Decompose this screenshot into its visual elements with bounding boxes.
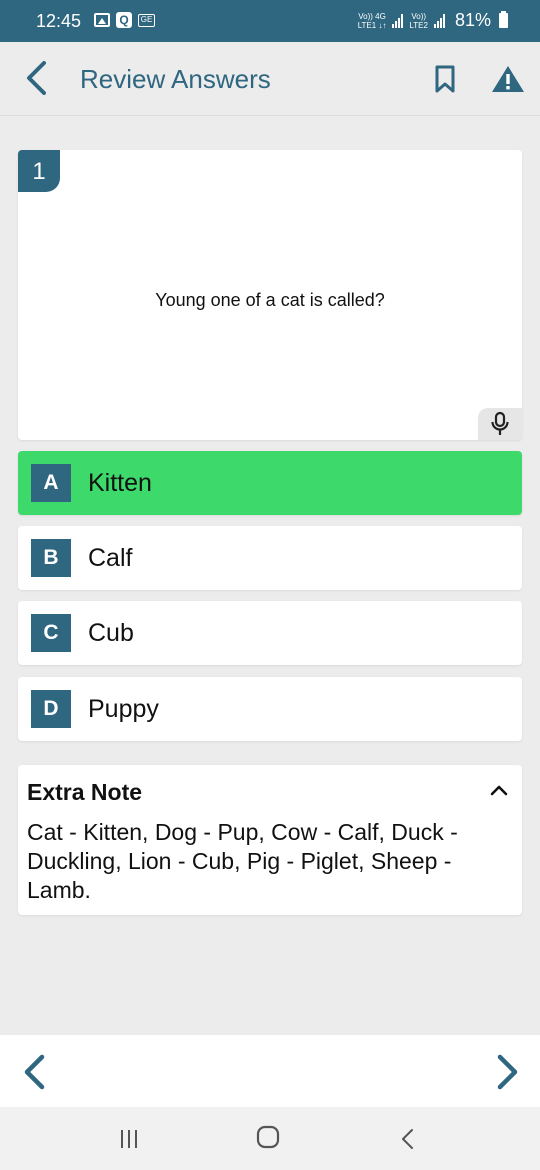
option-d[interactable]: D Puppy xyxy=(18,677,522,741)
option-letter: C xyxy=(31,614,71,652)
question-number: 1 xyxy=(18,150,60,192)
question-card: 1 Young one of a cat is called? xyxy=(18,150,522,440)
previous-question-icon[interactable] xyxy=(20,1053,50,1091)
ge-icon: GE xyxy=(138,13,155,27)
signal-bars-2-icon xyxy=(433,13,445,28)
network-lte2-bottom: LTE2 xyxy=(409,20,428,30)
recent-apps-icon[interactable] xyxy=(118,1129,140,1149)
signal-bars-1-icon xyxy=(392,13,404,28)
extra-note-title: Extra Note xyxy=(27,779,143,805)
option-letter: A xyxy=(31,464,71,502)
question-nav-bar xyxy=(0,1035,540,1107)
q-app-icon: Q xyxy=(116,12,132,28)
bookmark-icon[interactable] xyxy=(432,64,458,94)
gallery-icon xyxy=(94,13,110,27)
network-lte1: Vo)) 4G LTE1 ↓↑ xyxy=(358,12,387,30)
extra-note-text: Cat - Kitten, Dog - Pup, Cow - Calf, Duc… xyxy=(27,819,458,903)
option-letter: B xyxy=(31,539,71,577)
option-b[interactable]: B Calf xyxy=(18,526,522,590)
network-lte1-top: Vo)) 4G xyxy=(358,11,386,21)
page-title: Review Answers xyxy=(80,64,271,94)
battery-percent: 81% xyxy=(454,10,491,30)
next-question-icon[interactable] xyxy=(492,1053,522,1091)
network-lte2-top: Vo)) xyxy=(411,11,427,21)
status-time: 12:45 xyxy=(36,11,82,31)
question-text: Young one of a cat is called? xyxy=(155,290,385,310)
home-icon[interactable] xyxy=(256,1125,280,1149)
option-text: Kitten xyxy=(88,469,152,497)
system-nav-bar xyxy=(0,1107,540,1170)
app-bar: Review Answers xyxy=(0,42,540,116)
warning-icon[interactable] xyxy=(490,64,526,94)
microphone-button[interactable] xyxy=(478,408,522,440)
option-letter: D xyxy=(31,690,71,728)
chevron-up-icon[interactable] xyxy=(490,783,508,797)
notification-icons: Q GE xyxy=(94,12,155,28)
option-text: Cub xyxy=(88,619,134,647)
option-text: Calf xyxy=(88,544,133,572)
battery-icon xyxy=(499,11,508,28)
network-lte2: Vo)) LTE2 xyxy=(409,12,428,30)
option-c[interactable]: C Cub xyxy=(18,601,522,665)
microphone-icon xyxy=(491,411,509,435)
system-back-icon[interactable] xyxy=(398,1127,418,1151)
option-a[interactable]: A Kitten xyxy=(18,451,522,515)
extra-note-card: Extra Note Cat - Kitten, Dog - Pup, Cow … xyxy=(18,765,522,915)
status-right: Vo)) 4G LTE1 ↓↑ Vo)) LTE2 81% xyxy=(358,10,508,31)
back-arrow-icon[interactable] xyxy=(22,60,52,96)
network-lte1-bottom: LTE1 ↓↑ xyxy=(357,20,387,30)
status-bar: 12:45 Q GE Vo)) 4G LTE1 ↓↑ Vo)) LTE2 81% xyxy=(0,0,540,42)
option-text: Puppy xyxy=(88,695,159,723)
